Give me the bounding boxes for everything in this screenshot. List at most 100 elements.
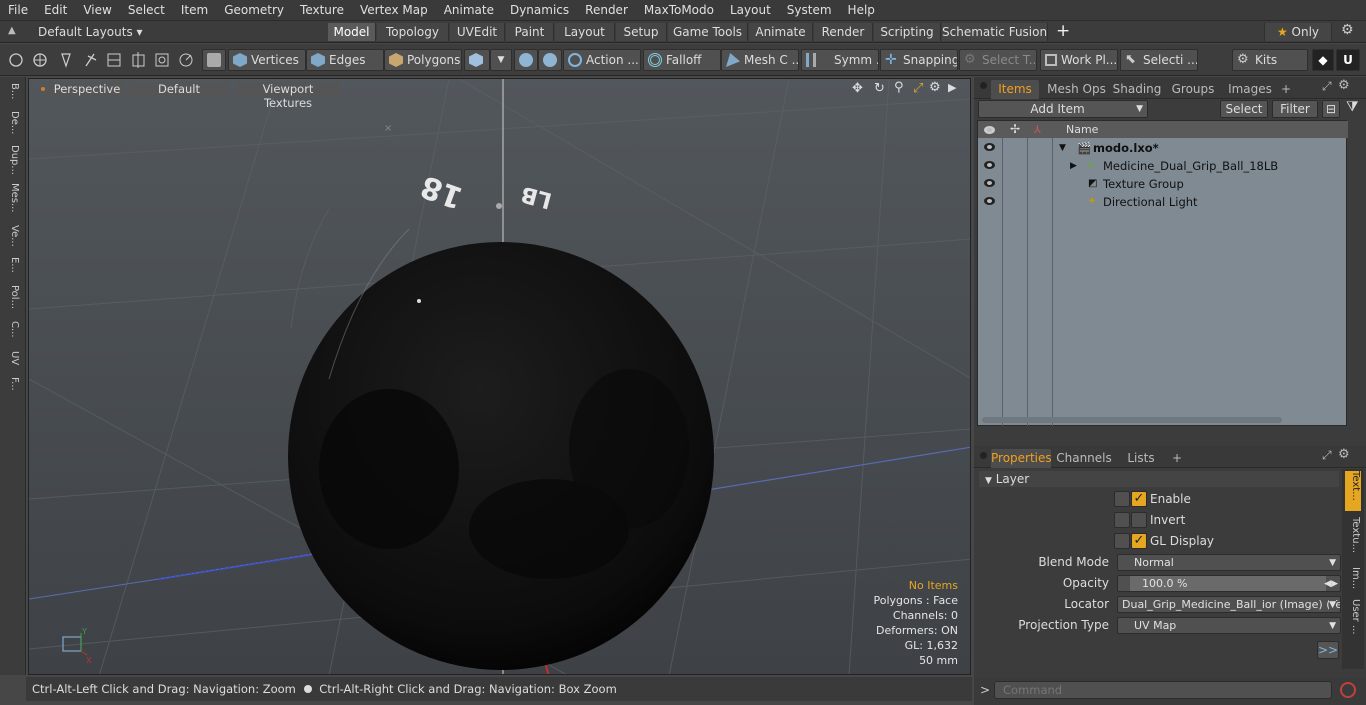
menu-vertex-map[interactable]: Vertex Map [352, 0, 436, 21]
menu-dynamics[interactable]: Dynamics [502, 0, 577, 21]
gear-icon[interactable]: ⚙ [1341, 22, 1354, 38]
symmetry-button[interactable]: Symm ... [801, 49, 879, 71]
menu-select[interactable]: Select [120, 0, 173, 21]
falloff-button[interactable]: Falloff [643, 49, 721, 71]
selection-mode-icons[interactable] [8, 52, 208, 68]
mesh-constraints-button[interactable]: Mesh C ... [721, 49, 799, 71]
snap-toggle-1[interactable] [514, 49, 538, 71]
menu-edit[interactable]: Edit [36, 0, 75, 21]
viewport-more-icon[interactable]: ▶ [948, 81, 956, 94]
select-button[interactable]: Select [1220, 100, 1268, 118]
menu-animate[interactable]: Animate [436, 0, 502, 21]
menu-texture[interactable]: Texture [292, 0, 352, 21]
name-column-header[interactable]: Name [1066, 121, 1098, 138]
menu-layout[interactable]: Layout [722, 0, 779, 21]
left-tab-polygon[interactable]: Pol... [4, 285, 20, 315]
expand-arrow-icon[interactable]: ▶ [1070, 157, 1077, 175]
layout-arrow-icon[interactable]: ▲ [8, 25, 16, 36]
filter-button[interactable]: Filter [1272, 100, 1318, 118]
slider-arrows-icon[interactable]: ◀▶ [1324, 576, 1338, 591]
left-tab-edge[interactable]: E... [4, 257, 20, 279]
work-plane-button[interactable]: Work Pl... [1040, 49, 1118, 71]
tab-channels[interactable]: Channels [1054, 449, 1114, 468]
list-item[interactable]: ✦ Directional Light [978, 193, 1348, 211]
shield-mode-button[interactable] [202, 49, 226, 71]
opacity-slider[interactable]: 100.0 % ◀▶ [1117, 575, 1341, 592]
left-tab-duplicate[interactable]: Dup... [4, 145, 20, 177]
tab-setup[interactable]: Setup [616, 23, 667, 41]
default-shading-button[interactable]: Default [129, 82, 229, 96]
tab-images[interactable]: Images [1222, 80, 1278, 99]
tab-model[interactable]: Model [328, 23, 376, 41]
viewport-settings-icon[interactable]: ⚙ [929, 80, 941, 95]
add-tab-button[interactable]: + [1170, 449, 1184, 468]
menu-file[interactable]: File [0, 0, 36, 21]
projection-type-select[interactable]: UV Map ▼ [1117, 617, 1341, 634]
tab-groups[interactable]: Groups [1166, 80, 1220, 99]
list-item[interactable]: ▼ 🎬 modo.lxo* [978, 139, 1348, 157]
perspective-button[interactable]: Perspective [49, 82, 125, 96]
tab-animate[interactable]: Animate [749, 23, 813, 41]
tab-layout[interactable]: Layout [555, 23, 615, 41]
invert-checkbox[interactable] [1131, 512, 1147, 528]
material-dropdown[interactable]: ▼ [490, 49, 512, 71]
blend-mode-select[interactable]: Normal ▼ [1117, 554, 1341, 571]
tab-shading[interactable]: Shading [1110, 80, 1164, 99]
horizontal-scrollbar[interactable] [982, 417, 1282, 423]
layer-section-header[interactable]: ▼ Layer [979, 471, 1339, 487]
gl-display-toggle-left[interactable] [1114, 533, 1130, 549]
menu-view[interactable]: View [75, 0, 119, 21]
left-tab-uv[interactable]: UV [4, 351, 20, 373]
list-item[interactable]: ▶ ⅄ Medicine_Dual_Grip_Ball_18LB [978, 157, 1348, 175]
tab-topology[interactable]: Topology [377, 23, 449, 41]
left-tab-fusion[interactable]: F... [4, 377, 20, 407]
left-tab-basic[interactable]: B... [4, 83, 20, 105]
visibility-column-icon[interactable] [984, 126, 995, 134]
menu-maxtomodo[interactable]: MaxToModo [636, 0, 722, 21]
unity-button[interactable]: ◆ [1312, 49, 1334, 71]
enable-checkbox[interactable]: ✓ [1131, 491, 1147, 507]
tab-lists[interactable]: Lists [1119, 449, 1163, 468]
expand-panel-icon[interactable]: ⤢ [1322, 448, 1332, 463]
snapping-button[interactable]: ✛ Snapping [880, 49, 958, 71]
tab-uvedit[interactable]: UVEdit [450, 23, 505, 41]
side-tab-image[interactable]: Im... [1345, 567, 1361, 593]
polygons-button[interactable]: Polygons [384, 49, 462, 71]
collapse-arrow-icon[interactable]: ▼ [1059, 139, 1066, 157]
menu-geometry[interactable]: Geometry [216, 0, 292, 21]
side-tab-texture[interactable]: Textu... [1345, 517, 1361, 561]
tab-mesh-ops[interactable]: Mesh Ops [1044, 80, 1109, 99]
kits-button[interactable]: ⚙ Kits [1232, 49, 1308, 71]
menu-system[interactable]: System [779, 0, 840, 21]
visibility-eye-icon[interactable] [984, 179, 995, 187]
unreal-button[interactable]: U [1336, 49, 1360, 71]
only-toggle[interactable]: ★ Only [1264, 23, 1332, 41]
zoom-view-icon[interactable]: ⚲ [894, 80, 904, 95]
tab-schematic-fusion[interactable]: Schematic Fusion [942, 23, 1048, 41]
tab-render[interactable]: Render [814, 23, 873, 41]
more-options-button[interactable]: >> [1317, 641, 1339, 659]
visibility-eye-icon[interactable] [984, 161, 995, 169]
enable-toggle-left[interactable] [1114, 491, 1130, 507]
tab-scripting[interactable]: Scripting [874, 23, 941, 41]
collapse-button[interactable]: ⊟ [1322, 100, 1340, 118]
command-input[interactable] [994, 681, 1332, 699]
gl-display-checkbox[interactable]: ✓ [1131, 533, 1147, 549]
panel-settings-icon[interactable]: ⚙ [1338, 447, 1350, 462]
maximize-view-icon[interactable]: ⤢ [913, 81, 923, 96]
3d-viewport[interactable]: × 18 LB Perspective Default Viewport Tex… [28, 78, 971, 675]
panel-settings-icon[interactable]: ⚙ [1338, 78, 1350, 93]
tab-items[interactable]: Items [991, 80, 1039, 99]
tab-game-tools[interactable]: Game Tools [668, 23, 748, 41]
record-icon[interactable] [1340, 682, 1356, 698]
add-item-button[interactable]: Add Item ▼ [978, 100, 1148, 118]
visibility-eye-icon[interactable] [984, 143, 995, 151]
move-view-icon[interactable]: ✥ [852, 81, 863, 96]
menu-item[interactable]: Item [173, 0, 216, 21]
vertices-button[interactable]: Vertices [228, 49, 306, 71]
viewport-textures-button[interactable]: Viewport Textures [237, 82, 339, 110]
expand-panel-icon[interactable]: ⤢ [1322, 79, 1332, 94]
visibility-eye-icon[interactable] [984, 197, 995, 205]
left-tab-curve[interactable]: C... [4, 321, 20, 345]
invert-toggle-left[interactable] [1114, 512, 1130, 528]
